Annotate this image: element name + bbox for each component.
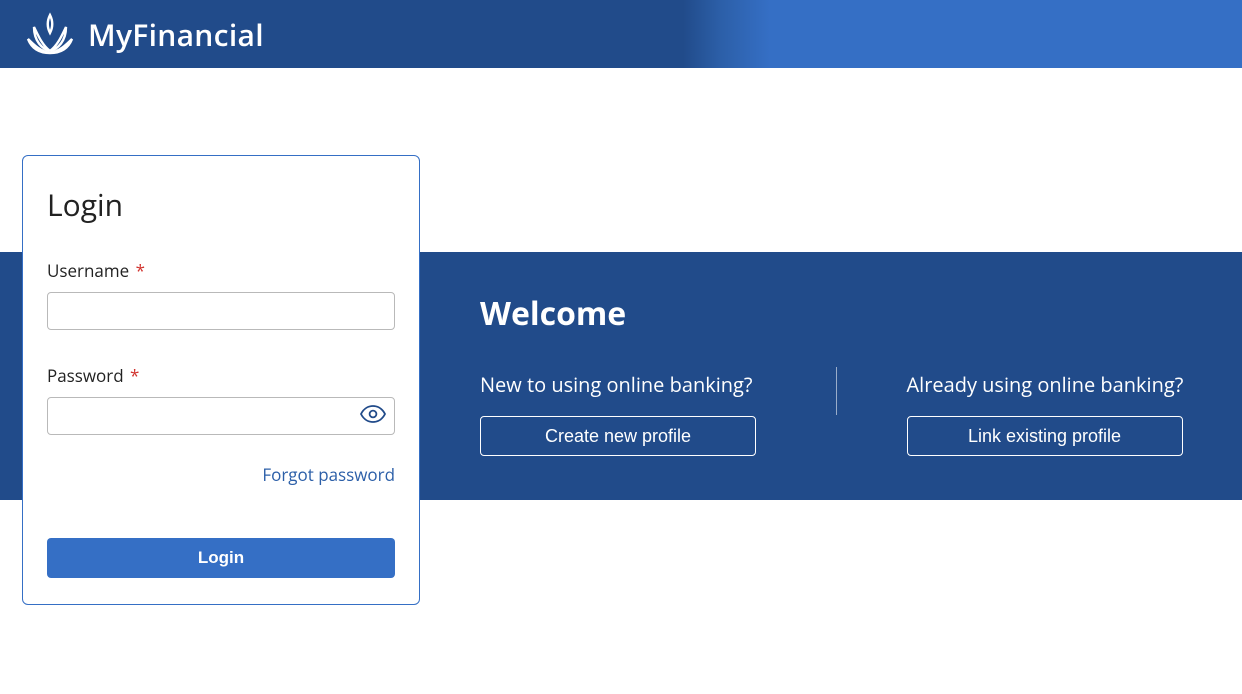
forgot-password-link[interactable]: Forgot password bbox=[262, 463, 395, 486]
password-input[interactable] bbox=[48, 398, 352, 434]
welcome-title: Welcome bbox=[480, 292, 1222, 335]
welcome-col-existing: Already using online banking? Link exist… bbox=[837, 371, 1223, 456]
eye-icon bbox=[360, 405, 386, 428]
password-field-group: Password * bbox=[47, 364, 395, 435]
username-input[interactable] bbox=[47, 292, 395, 330]
login-title: Login bbox=[47, 184, 395, 225]
create-profile-button[interactable]: Create new profile bbox=[480, 416, 756, 456]
existing-user-question: Already using online banking? bbox=[907, 371, 1223, 398]
new-user-question: New to using online banking? bbox=[480, 371, 796, 398]
welcome-panel: Welcome New to using online banking? Cre… bbox=[480, 292, 1222, 456]
brand-name: MyFinancial bbox=[88, 14, 264, 55]
username-label: Username * bbox=[47, 259, 395, 282]
username-field-group: Username * bbox=[47, 259, 395, 330]
lotus-icon bbox=[24, 11, 76, 57]
password-label-text: Password bbox=[47, 364, 124, 387]
show-password-toggle[interactable] bbox=[352, 398, 394, 434]
password-label: Password * bbox=[47, 364, 395, 387]
required-asterisk: * bbox=[130, 364, 139, 387]
link-profile-button[interactable]: Link existing profile bbox=[907, 416, 1183, 456]
login-card: Login Username * Password * Forg bbox=[22, 155, 420, 605]
welcome-columns: New to using online banking? Create new … bbox=[480, 371, 1222, 456]
forgot-password-row: Forgot password bbox=[47, 463, 395, 486]
required-asterisk: * bbox=[136, 259, 145, 282]
username-label-text: Username bbox=[47, 259, 129, 282]
password-input-wrap bbox=[47, 397, 395, 435]
login-button[interactable]: Login bbox=[47, 538, 395, 578]
brand-logo: MyFinancial bbox=[24, 11, 264, 57]
welcome-col-new: New to using online banking? Create new … bbox=[480, 371, 836, 456]
app-header: MyFinancial bbox=[0, 0, 1242, 68]
